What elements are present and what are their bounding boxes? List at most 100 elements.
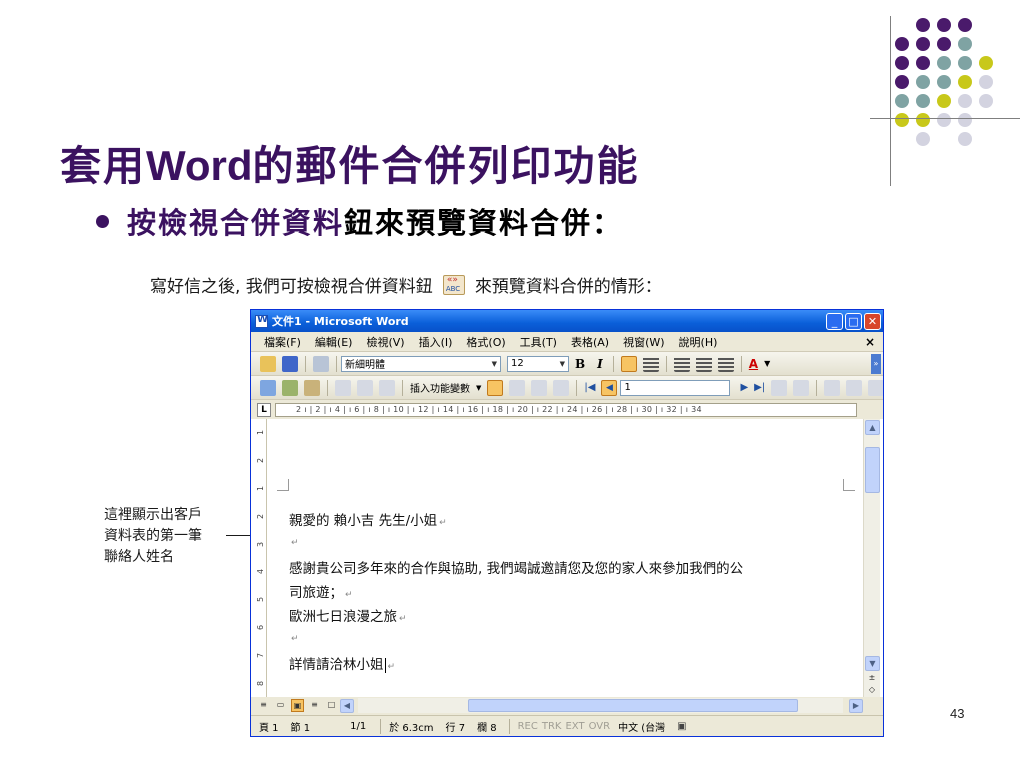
menu-help[interactable]: 說明(H) bbox=[672, 334, 725, 350]
font-color-button[interactable]: A bbox=[749, 357, 758, 371]
bold-button[interactable]: B bbox=[575, 357, 585, 371]
paragraph-mark: ↵ bbox=[439, 518, 447, 528]
document-line[interactable]: 司旅遊； ↵ bbox=[289, 581, 353, 601]
font-name-select[interactable]: 新細明體 ▼ bbox=[341, 355, 501, 372]
vertical-ruler[interactable]: 1 2 1 2 3 4 5 6 7 8 bbox=[255, 419, 267, 697]
mail-merge-recipients-icon[interactable] bbox=[304, 379, 320, 396]
print-icon[interactable] bbox=[313, 355, 329, 372]
web-layout-view-icon[interactable]: ▭ bbox=[274, 699, 287, 712]
menu-window[interactable]: 視窗(W) bbox=[616, 334, 671, 350]
font-size-select[interactable]: 12 ▼ bbox=[507, 355, 569, 372]
merge-to-new-document-icon[interactable] bbox=[824, 379, 841, 396]
last-record-icon[interactable]: ▶| bbox=[754, 382, 765, 393]
previous-record-icon[interactable]: ◀ bbox=[601, 379, 618, 396]
decorative-dot bbox=[916, 132, 930, 146]
document-line[interactable]: 親愛的 賴小吉 先生/小姐 ↵ bbox=[289, 509, 447, 529]
document-line[interactable]: ↵ bbox=[289, 533, 299, 549]
highlight-merge-fields-icon[interactable] bbox=[509, 379, 526, 396]
menu-tools[interactable]: 工具(T) bbox=[513, 334, 564, 350]
decorative-dot bbox=[895, 37, 909, 51]
toolbar-options-icon[interactable]: » bbox=[871, 353, 881, 374]
indent-icon[interactable] bbox=[717, 355, 734, 372]
decorative-horizontal-line bbox=[870, 118, 1020, 119]
toolbar-separator bbox=[576, 379, 578, 396]
status-separator bbox=[508, 718, 510, 734]
ruler-row: L 2 ı | 2 | ı 4 | ı 6 | ı 8 | ı 10 | ı 1… bbox=[251, 400, 883, 420]
status-ovr[interactable]: OVR bbox=[589, 721, 610, 732]
scroll-up-icon[interactable]: ▲ bbox=[865, 420, 880, 435]
menu-edit[interactable]: 編輯(E) bbox=[308, 334, 360, 350]
decorative-dot bbox=[979, 75, 993, 89]
menu-insert[interactable]: 插入(I) bbox=[412, 334, 460, 350]
merge-to-email-icon[interactable] bbox=[868, 379, 883, 396]
document-line[interactable]: ↵ bbox=[289, 629, 299, 645]
align-center-icon[interactable] bbox=[642, 355, 659, 372]
scroll-track[interactable] bbox=[864, 505, 880, 655]
document-close-icon[interactable]: × bbox=[865, 335, 875, 349]
insert-greeting-line-icon[interactable] bbox=[357, 379, 373, 396]
check-errors-icon[interactable] bbox=[793, 379, 810, 396]
bullet-text-highlight: 按檢視合併資料 bbox=[127, 206, 345, 240]
menu-file[interactable]: 檔案(F) bbox=[257, 334, 308, 350]
menu-format[interactable]: 格式(O) bbox=[459, 334, 512, 350]
open-folder-icon[interactable] bbox=[260, 355, 276, 372]
document-line[interactable]: 感謝貴公司多年來的合作與協助, 我們竭誠邀請您及您的家人來參加我們的公 bbox=[289, 557, 743, 577]
normal-view-icon[interactable]: ≡ bbox=[257, 699, 270, 712]
browse-object-icon[interactable]: ◇ bbox=[864, 684, 880, 696]
insert-merge-fields-icon[interactable] bbox=[379, 379, 395, 396]
greeting-text: 親愛的 賴小吉 先生/小姐 bbox=[289, 513, 438, 529]
maximize-button[interactable]: □ bbox=[845, 312, 862, 330]
vertical-scrollbar[interactable]: ▲ ▼ ± ◇ ± bbox=[863, 419, 880, 706]
align-left-icon[interactable] bbox=[620, 355, 637, 372]
reading-layout-view-icon[interactable]: □ bbox=[325, 699, 338, 712]
status-ext[interactable]: EXT bbox=[565, 721, 584, 732]
document-line[interactable]: 歐洲七日浪漫之旅 ↵ bbox=[289, 605, 407, 625]
open-data-source-icon[interactable] bbox=[282, 379, 298, 396]
main-document-setup-icon[interactable] bbox=[260, 379, 276, 396]
menu-view[interactable]: 檢視(V) bbox=[359, 334, 411, 350]
save-icon[interactable] bbox=[282, 355, 298, 372]
close-button[interactable]: ✕ bbox=[864, 312, 881, 330]
numbered-list-icon[interactable] bbox=[673, 355, 690, 372]
document-area[interactable]: 1 2 1 2 3 4 5 6 7 8 親愛的 賴小吉 先生/小姐 ↵ ↵ 感謝貴… bbox=[251, 419, 883, 697]
menu-table[interactable]: 表格(A) bbox=[564, 334, 616, 350]
paragraph-mark: ↵ bbox=[345, 590, 353, 600]
scroll-thumb[interactable] bbox=[865, 447, 880, 493]
status-trk[interactable]: TRK bbox=[542, 721, 562, 732]
scroll-thumb[interactable] bbox=[468, 699, 798, 712]
scroll-down-icon[interactable]: ▼ bbox=[865, 656, 880, 671]
insert-address-block-icon[interactable] bbox=[335, 379, 351, 396]
ruler-mark: 2 bbox=[256, 458, 265, 464]
outline-view-icon[interactable]: ≡ bbox=[308, 699, 321, 712]
first-record-icon[interactable]: |◀ bbox=[584, 382, 595, 393]
scroll-left-icon[interactable]: ◀ bbox=[340, 698, 354, 713]
bulleted-list-icon[interactable] bbox=[695, 355, 712, 372]
propagate-labels-icon[interactable] bbox=[553, 379, 570, 396]
match-fields-icon[interactable] bbox=[531, 379, 548, 396]
decorative-dot bbox=[979, 94, 993, 108]
horizontal-scrollbar[interactable] bbox=[358, 698, 843, 713]
next-record-icon[interactable]: ▶ bbox=[740, 382, 748, 393]
merge-to-printer-icon[interactable] bbox=[846, 379, 863, 396]
view-merged-data-icon[interactable] bbox=[487, 379, 504, 396]
chevron-down-icon[interactable]: ▼ bbox=[764, 359, 770, 368]
word-app-icon[interactable] bbox=[255, 314, 268, 328]
view-merged-data-icon bbox=[442, 275, 465, 295]
title-bar[interactable]: 文件1 - Microsoft Word _ □ ✕ bbox=[251, 310, 883, 332]
italic-button[interactable]: I bbox=[597, 357, 603, 371]
tab-selector[interactable]: L bbox=[257, 402, 271, 417]
find-entry-icon[interactable] bbox=[771, 379, 788, 396]
status-rec[interactable]: REC bbox=[518, 721, 538, 732]
horizontal-ruler[interactable]: 2 ı | 2 | ı 4 | ı 6 | ı 8 | ı 10 | ı 12 … bbox=[275, 402, 857, 417]
document-line[interactable]: 詳情請洽林小姐 ↵ bbox=[289, 653, 395, 673]
print-layout-view-icon[interactable]: ▣ bbox=[291, 699, 304, 712]
decorative-dot bbox=[979, 56, 993, 70]
previous-page-icon[interactable]: ± bbox=[864, 672, 880, 684]
go-to-record-input[interactable]: 1 bbox=[620, 379, 731, 396]
minimize-button[interactable]: _ bbox=[826, 312, 843, 330]
scroll-right-icon[interactable]: ▶ bbox=[849, 698, 863, 713]
insert-word-field-button[interactable]: 插入功能變數 bbox=[410, 380, 470, 395]
decorative-vertical-line bbox=[890, 16, 891, 186]
chevron-down-icon[interactable]: ▼ bbox=[476, 384, 481, 392]
spelling-status-icon[interactable]: ▣ bbox=[677, 721, 686, 732]
